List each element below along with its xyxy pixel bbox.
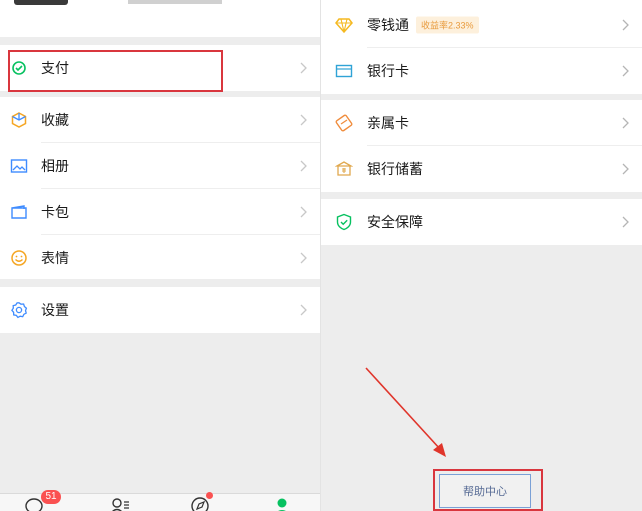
chevron-right-icon	[300, 304, 307, 316]
chevron-right-icon	[300, 62, 307, 74]
chevron-right-icon	[622, 163, 629, 175]
family-card-icon	[335, 114, 353, 132]
chevron-right-icon	[622, 216, 629, 228]
menu-label-favorites: 收藏	[41, 112, 69, 128]
menu-label-album: 相册	[41, 158, 69, 174]
security-group: 安全保障	[321, 199, 642, 245]
bank-card-icon	[335, 64, 353, 78]
menu-item-stickers[interactable]: 表情	[0, 235, 320, 281]
menu-item-bank-savings[interactable]: 银行储蓄	[321, 146, 642, 192]
menu-label-bank-savings: 银行储蓄	[367, 161, 423, 177]
chevron-right-icon	[622, 117, 629, 129]
favorites-icon	[11, 112, 27, 128]
contacts-tab-icon[interactable]	[110, 496, 130, 511]
bottom-tab-bar: 51	[0, 490, 320, 511]
menu-label-family-card: 亲属卡	[367, 115, 409, 131]
balance-group: 零钱通 收益率2.33% 银行卡	[321, 0, 642, 94]
cards-icon	[11, 205, 27, 219]
menu-label-lingqiantong: 零钱通	[367, 17, 409, 33]
avatar[interactable]	[14, 0, 68, 5]
lingqiantong-icon	[335, 18, 353, 34]
menu-item-lingqiantong[interactable]: 零钱通 收益率2.33%	[321, 2, 642, 48]
features-group: 收藏 相册 卡包 表情	[0, 97, 320, 279]
menu-label-security: 安全保障	[367, 214, 423, 230]
profile-header[interactable]	[0, 0, 320, 37]
menu-label-stickers: 表情	[41, 250, 69, 266]
menu-item-favorites[interactable]: 收藏	[0, 97, 320, 143]
chevron-right-icon	[622, 19, 629, 31]
album-icon	[10, 159, 28, 173]
cards-group: 亲属卡 银行储蓄	[321, 100, 642, 192]
chevron-right-icon	[300, 160, 307, 172]
stickers-icon	[11, 250, 27, 266]
pay-highlight-box	[8, 50, 223, 92]
discover-new-dot	[206, 492, 213, 499]
menu-item-cards[interactable]: 卡包	[0, 189, 320, 235]
shield-icon	[336, 213, 352, 231]
chevron-right-icon	[300, 114, 307, 126]
chevron-right-icon	[622, 65, 629, 77]
menu-label-bank-card: 银行卡	[367, 63, 409, 79]
me-page: 支付 收藏 相册 卡包 表情 设置 51	[0, 0, 320, 511]
bank-savings-icon	[335, 161, 353, 176]
chevron-right-icon	[300, 206, 307, 218]
help-center-highlight-box	[433, 469, 543, 511]
menu-item-bank-card[interactable]: 银行卡	[321, 48, 642, 94]
menu-item-family-card[interactable]: 亲属卡	[321, 100, 642, 146]
menu-item-settings[interactable]: 设置	[0, 287, 320, 333]
settings-icon	[11, 302, 28, 319]
chevron-right-icon	[300, 252, 307, 264]
menu-label-settings: 设置	[41, 302, 69, 318]
settings-group: 设置	[0, 287, 320, 333]
qr-code-area[interactable]	[128, 0, 222, 4]
chats-unread-badge: 51	[41, 490, 61, 504]
me-tab-icon[interactable]	[272, 496, 292, 511]
yield-rate-badge: 收益率2.33%	[416, 16, 479, 34]
menu-label-cards: 卡包	[41, 204, 69, 220]
menu-item-security[interactable]: 安全保障	[321, 199, 642, 245]
menu-item-album[interactable]: 相册	[0, 143, 320, 189]
wallet-page: 零钱通 收益率2.33% 银行卡 亲属卡 银行储蓄 安全保障	[321, 0, 642, 511]
